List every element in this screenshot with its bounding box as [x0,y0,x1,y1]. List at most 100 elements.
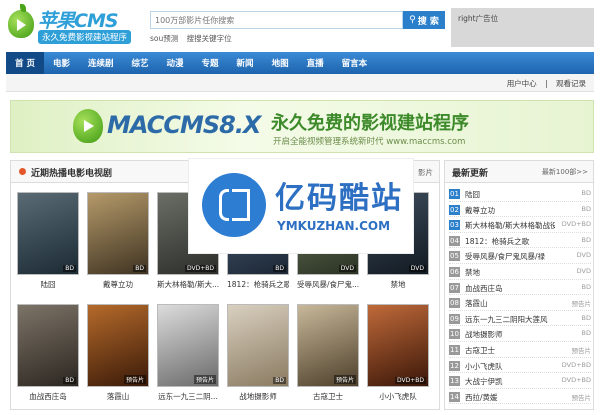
movie-title[interactable]: 受辱风暴/食尸鬼... [297,279,359,290]
hot-label[interactable]: sou预测 [150,34,178,43]
movie-card[interactable]: 预告片远东一九三二阴... [157,304,219,409]
quality-badge: BD [133,265,146,272]
list-item[interactable]: 08 落霞山 预告片 [449,295,591,311]
history-link[interactable]: 观看记录 [556,79,586,88]
movie-title[interactable]: 落霞山 [87,391,149,402]
movie-title[interactable]: 血战西庄岛 [17,391,79,402]
list-item[interactable]: 04 1812：枪骑兵之歌 BD [449,233,591,249]
more-link[interactable]: 最新100部>> [542,167,588,177]
rank-badge: 08 [449,298,460,309]
movie-poster[interactable]: 预告片 [297,304,359,387]
movie-poster[interactable]: 预告片 [157,304,219,387]
movie-title[interactable]: 战地摄影师 [227,391,289,402]
nav-item[interactable]: 动漫 [158,52,193,74]
item-status: DVD+BD [561,376,591,385]
movie-poster[interactable]: BD [17,192,79,275]
list-item[interactable]: 02 戴尊立功 BD [449,202,591,218]
movie-title[interactable]: 古寇卫士 [297,391,359,402]
item-title[interactable]: 古寇卫士 [465,345,555,356]
item-status: BD [581,329,591,338]
nav-item[interactable]: 留言本 [333,52,377,74]
list-item[interactable]: 11 古寇卫士 预告片 [449,342,591,358]
movie-poster[interactable]: DVD+BD [367,304,429,387]
movie-title[interactable]: 1812：枪骑兵之歌 [227,279,289,290]
rank-badge: 04 [449,235,460,246]
item-title[interactable]: 战地摄影师 [465,329,555,340]
movie-title[interactable]: 禁地 [367,279,429,290]
item-title[interactable]: 小小飞虎队 [465,361,555,372]
movie-card[interactable]: 预告片 落霞山 [87,304,149,409]
list-item[interactable]: 13 大战宁伊凯 DVD+BD [449,373,591,389]
item-title[interactable]: 禁地 [465,267,555,278]
header: 苹果CMS 永久免费影视建站程序 ⚲ 搜 索 sou预测 搜搜关键字位 righ… [0,0,600,52]
movie-card[interactable]: BD 戴尊立功 [87,192,149,297]
watermark-en: YMKUZHAN.COM [277,219,391,233]
movie-card[interactable]: BD 血战西庄岛 [17,304,79,409]
movie-poster[interactable]: BD [227,304,289,387]
list-item[interactable]: 07 血战西庄岛 BD [449,280,591,296]
movie-poster[interactable]: 预告片 [87,304,149,387]
movie-title[interactable]: 陆囧 [17,279,79,290]
list-item[interactable]: 06 禁地 DVD [449,264,591,280]
search-button[interactable]: ⚲ 搜 索 [403,11,445,29]
nav-item[interactable]: 直播 [298,52,333,74]
quality-badge: BD [63,377,76,384]
item-title[interactable]: 血战西庄岛 [465,283,555,294]
rank-badge: 14 [449,391,460,402]
ad-slot-right[interactable]: right广告位 [451,8,594,47]
banner-ad[interactable]: MACCMS8.X 永久免费的影视建站程序 开启全能视频管理系统新时代 www.… [10,100,594,153]
item-status: BD [581,313,591,322]
nav-item[interactable]: 电影 [44,52,79,74]
search-input[interactable] [150,11,403,29]
latest-list: 01 陆囧 BD 02 戴尊立功 BD 03 斯大林格勒/斯大林格勒战役 DVD+BD 04 181… [449,186,591,405]
list-item[interactable]: 09 远东一九三二阴阳大莲风 BD [449,311,591,327]
list-item[interactable]: 14 西拉/黄媛 预告片 [449,389,591,405]
movie-card[interactable]: BD 陆囧 [17,192,79,297]
item-status: BD [581,204,591,213]
panel-header: 最新更新 最新100部>> [445,161,593,183]
movie-poster[interactable]: BD [87,192,149,275]
user-center-link[interactable]: 用户中心 [507,79,537,88]
item-title[interactable]: 戴尊立功 [465,205,555,216]
hot-keyword[interactable]: 搜搜关键字位 [187,34,232,43]
rank-badge: 07 [449,282,460,293]
nav-item[interactable]: 地图 [263,52,298,74]
quality-badge: 预告片 [193,375,216,384]
nav-item[interactable]: 新闻 [228,52,263,74]
more-link[interactable]: 影片 [418,167,433,178]
nav-item[interactable]: 综艺 [123,52,158,74]
item-status: 预告片 [571,346,592,355]
item-title[interactable]: 陆囧 [465,189,555,200]
list-item[interactable]: 12 小小飞虎队 DVD+BD [449,358,591,374]
list-item[interactable]: 03 斯大林格勒/斯大林格勒战役 DVD+BD [449,217,591,233]
logo-slogan: 永久免费影视建站程序 [38,30,132,44]
movie-poster[interactable]: BD [17,304,79,387]
movie-title[interactable]: 戴尊立功 [87,279,149,290]
list-item[interactable]: 01 陆囧 BD [449,186,591,202]
search-icon: ⚲ [409,15,416,25]
movie-title[interactable]: 远东一九三二阴... [157,391,219,402]
item-title[interactable]: 西拉/黄媛 [465,392,555,403]
list-item[interactable]: 05 受辱风暴/食尸鬼风暴/禄 DVD [449,248,591,264]
movie-card[interactable]: 预告片 古寇卫士 [297,304,359,409]
movie-card[interactable]: BD 战地摄影师 [227,304,289,409]
movie-card[interactable]: DVD+BD 小小飞虎队 [367,304,429,409]
movie-title[interactable]: 斯大林格勒/斯大... [157,279,219,290]
item-status: BD [581,189,591,197]
item-status: 预告片 [571,300,592,309]
item-status: BD [581,282,591,291]
item-title[interactable]: 大战宁伊凯 [465,376,555,387]
item-title[interactable]: 斯大林格勒/斯大林格勒战役 [465,220,555,231]
item-title[interactable]: 受辱风暴/食尸鬼风暴/禄 [465,251,555,262]
nav-item[interactable]: 专题 [193,52,228,74]
item-title[interactable]: 落霞山 [465,298,555,309]
nav-item[interactable]: 首 页 [6,52,44,74]
movie-title[interactable]: 小小飞虎队 [367,391,429,402]
item-title[interactable]: 远东一九三二阴阳大莲风 [465,314,555,325]
sub-nav: 用户中心 | 观看记录 [6,74,594,92]
site-logo[interactable]: 苹果CMS 永久免费影视建站程序 [8,4,138,46]
item-title[interactable]: 1812：枪骑兵之歌 [465,236,555,247]
list-item[interactable]: 10 战地摄影师 BD [449,326,591,342]
nav-item[interactable]: 连续剧 [79,52,123,74]
banner-play-icon [84,120,94,132]
